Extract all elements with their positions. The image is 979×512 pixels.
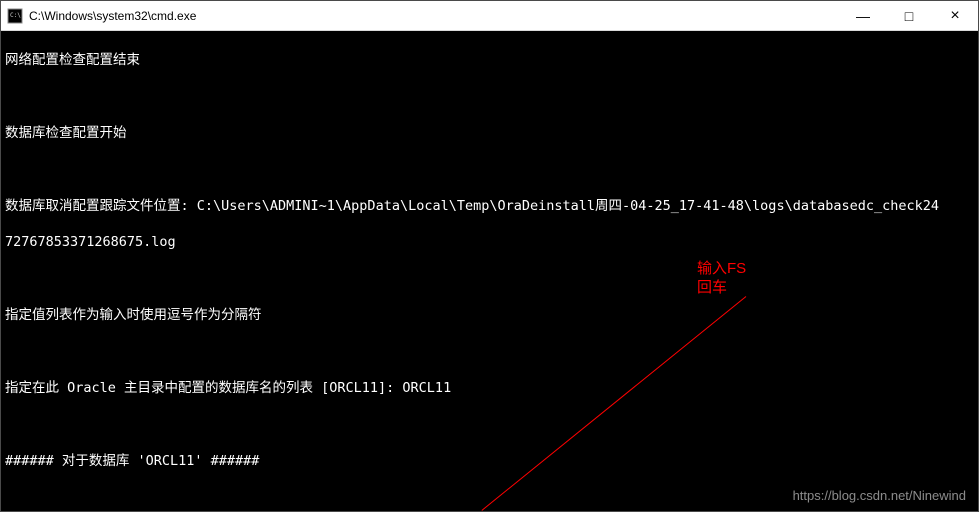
terminal-line [5, 343, 974, 361]
watermark: https://blog.csdn.net/Ninewind [793, 487, 966, 505]
terminal-line: 指定值列表作为输入时使用逗号作为分隔符 [5, 306, 974, 324]
terminal-line: 网络配置检查配置结束 [5, 51, 974, 69]
titlebar[interactable]: C:\ C:\Windows\system32\cmd.exe — □ × [1, 1, 978, 31]
close-button[interactable]: × [932, 1, 978, 30]
terminal-line: 指定在此 Oracle 主目录中配置的数据库名的列表 [ORCL11]: ORC… [5, 379, 974, 397]
terminal-line: 数据库检查配置开始 [5, 124, 974, 142]
minimize-button[interactable]: — [840, 1, 886, 30]
window-controls: — □ × [840, 1, 978, 30]
maximize-button[interactable]: □ [886, 1, 932, 30]
svg-text:C:\: C:\ [10, 12, 21, 19]
annotation-arrow [481, 296, 746, 511]
window-title: C:\Windows\system32\cmd.exe [29, 9, 840, 23]
terminal-content[interactable]: 网络配置检查配置结束 数据库检查配置开始 数据库取消配置跟踪文件位置: C:\U… [1, 31, 978, 511]
terminal-line [5, 88, 974, 106]
cmd-icon: C:\ [7, 8, 23, 24]
terminal-line [5, 270, 974, 288]
terminal-line [5, 161, 974, 179]
cmd-window: C:\ C:\Windows\system32\cmd.exe — □ × 网络… [0, 0, 979, 512]
terminal-line [5, 416, 974, 434]
terminal-line: 72767853371268675.log [5, 233, 974, 251]
terminal-line: ###### 对于数据库 'ORCL11' ###### [5, 452, 974, 470]
terminal-line: 数据库取消配置跟踪文件位置: C:\Users\ADMINI~1\AppData… [5, 197, 974, 215]
